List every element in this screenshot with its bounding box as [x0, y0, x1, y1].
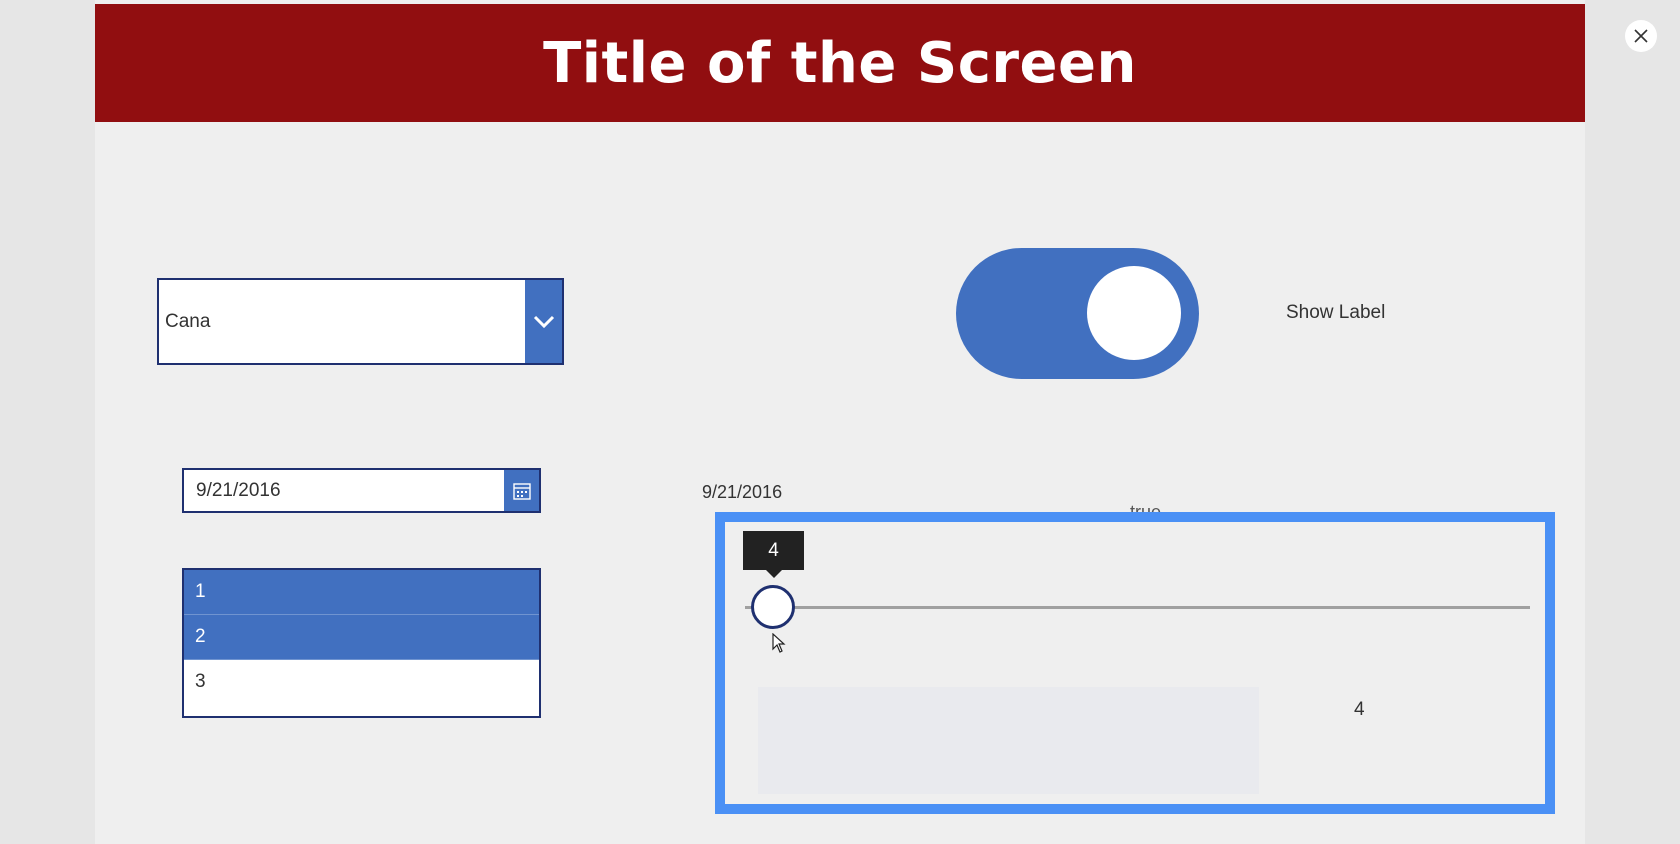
toggle-label: Show Label [1286, 302, 1386, 323]
chevron-down-icon [533, 315, 554, 328]
dropdown-value: Cana [165, 311, 211, 332]
slider-track[interactable] [745, 606, 1530, 609]
list-item[interactable]: 3 [184, 660, 539, 705]
calendar-icon [512, 482, 531, 500]
list-item[interactable]: 1 [184, 570, 539, 615]
date-label: 9/21/2016 [702, 482, 783, 502]
calendar-button[interactable] [504, 470, 539, 511]
date-picker[interactable]: 9/21/2016 [182, 468, 541, 513]
slider-thumb[interactable] [751, 585, 795, 629]
slider-value-label: 4 [1354, 699, 1365, 720]
list-box[interactable]: 1 2 3 [182, 568, 541, 718]
slider-tooltip: 4 [743, 531, 804, 578]
title-bar: Title of the Screen [95, 4, 1585, 122]
page-title: Title of the Screen [543, 30, 1137, 96]
text-input[interactable] [758, 687, 1259, 794]
list-item[interactable]: 2 [184, 615, 539, 660]
close-icon [1634, 29, 1648, 43]
dropdown[interactable]: Cana [157, 278, 564, 365]
mouse-cursor-icon [772, 633, 786, 653]
date-picker-value: 9/21/2016 [196, 480, 281, 501]
toggle-knob [1087, 266, 1181, 360]
toggle-switch[interactable] [956, 248, 1199, 379]
dropdown-toggle-button[interactable] [525, 280, 562, 363]
close-button[interactable] [1625, 20, 1657, 52]
